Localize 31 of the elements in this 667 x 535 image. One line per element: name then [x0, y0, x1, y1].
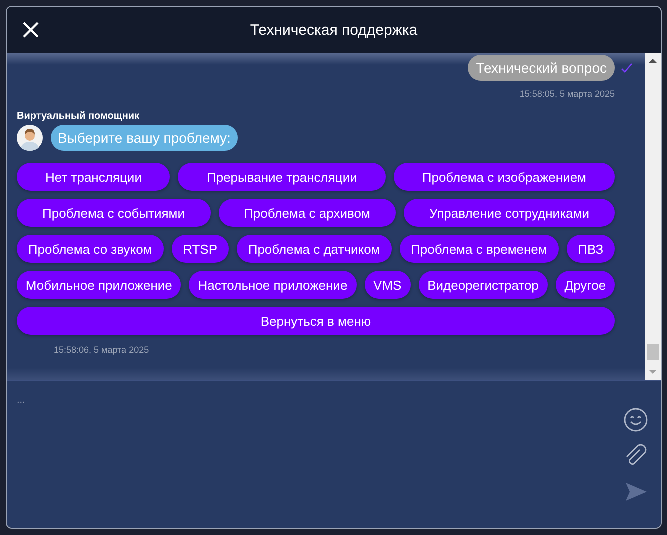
option-button[interactable]: VMS — [364, 271, 411, 299]
message-input[interactable]: ... — [7, 380, 623, 528]
option-button[interactable]: Управление сотрудниками — [404, 199, 615, 227]
close-icon[interactable] — [21, 20, 41, 40]
smiley-icon[interactable] — [623, 407, 649, 433]
checkmark-icon — [621, 63, 633, 73]
option-button[interactable]: Проблема с изображением — [394, 163, 616, 191]
option-button[interactable]: Другое — [556, 271, 616, 299]
option-button[interactable]: Вернуться в меню — [17, 307, 615, 335]
option-button[interactable]: Мобильное приложение — [17, 271, 182, 299]
scroll-up-icon[interactable] — [648, 57, 658, 65]
option-button[interactable]: Проблема с событиями — [17, 199, 211, 227]
option-button[interactable]: Проблема со звуком — [17, 235, 164, 263]
option-button[interactable]: Проблема с архивом — [218, 199, 396, 227]
window-title: Техническая поддержка — [249, 22, 419, 38]
option-button[interactable]: Прерывание трансляции — [178, 163, 386, 191]
option-button[interactable]: Настольное приложение — [189, 271, 357, 299]
option-button[interactable]: ПВЗ — [566, 235, 616, 263]
message-bubble: Выберите вашу проблему: — [51, 125, 238, 151]
avatar-icon — [17, 125, 43, 151]
message-time: 15:58:05, 5 марта 2025 — [520, 89, 615, 99]
scrollbar[interactable] — [645, 53, 661, 380]
option-button[interactable]: Видеорегистратор — [418, 271, 548, 299]
option-button[interactable]: Проблема с временем — [400, 235, 559, 263]
message-time: 15:58:06, 5 марта 2025 — [54, 345, 150, 355]
message-bubble: Технический вопрос — [468, 55, 615, 81]
scroll-thumb[interactable] — [647, 344, 659, 360]
option-button[interactable]: Нет трансляции — [17, 163, 170, 191]
option-button[interactable]: Проблема с датчиком — [236, 235, 392, 263]
option-button[interactable]: RTSP — [172, 235, 229, 263]
sender-name: Виртуальный помощник — [17, 111, 141, 122]
